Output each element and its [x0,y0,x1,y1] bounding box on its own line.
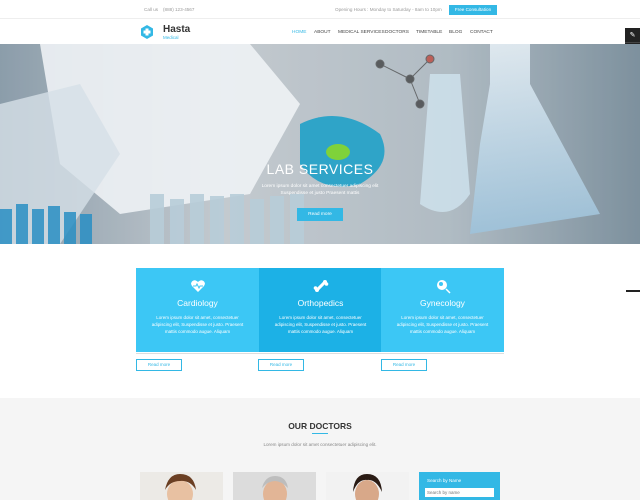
service-gynecology[interactable]: Gynecology Lorem ipsum dolor sit amet, c… [381,268,504,352]
search-input[interactable] [425,488,494,497]
doctor-photo[interactable] [140,472,223,500]
service-title: Orthopedics [297,298,344,308]
nav-contact[interactable]: CONTACT [470,30,493,35]
gynecology-read-more-button[interactable]: Read more [381,359,427,371]
phone-number[interactable]: (888) 123-4567 [163,7,194,12]
logo-subtitle: Medical [163,35,179,40]
service-cardiology[interactable]: Cardiology Lorem ipsum dolor sit amet, c… [136,268,259,352]
service-desc: Lorem ipsum dolor sit amet, consectetuer… [396,315,489,334]
free-consultation-button[interactable]: Free Consultation [449,5,497,15]
bone-icon [313,280,329,292]
service-orthopedics[interactable]: Orthopedics Lorem ipsum dolor sit amet, … [259,268,382,352]
nav-blog[interactable]: BLOG [449,30,462,35]
services-panel: Cardiology Lorem ipsum dolor sit amet, c… [136,268,504,352]
call-label: Call us [144,7,159,12]
nav-doctors[interactable]: DOCTORS [385,30,409,35]
service-desc: Lorem ipsum dolor sit amet, consectetuer… [274,315,367,334]
hero-text: Lorem ipsum dolor sit amet consectetuer … [261,184,379,196]
doctor-photo[interactable] [326,472,409,500]
search-by-name-box: Search by Name [419,472,500,500]
nav-about[interactable]: ABOUT [314,30,331,35]
nav-timetable[interactable]: TIMETABLE [416,30,442,35]
nav-home[interactable]: HOME [292,30,306,35]
hero-title: LAB SERVICES [266,161,374,177]
service-desc: Lorem ipsum dolor sit amet, consectetuer… [151,315,244,334]
main-navigation: Hasta Medical HOME ABOUT MEDICAL SERVICE… [0,18,640,44]
orthopedics-read-more-button[interactable]: Read more [258,359,304,371]
medical-cross-icon[interactable] [140,25,154,39]
search-label: Search by Name [427,478,462,483]
doctors-underline [312,433,328,434]
services-divider [136,353,504,354]
opening-hours: Opening Hours : Monday to Saturday - 8am… [335,7,442,12]
doctors-title: OUR DOCTORS [288,421,352,431]
cardiology-read-more-button[interactable]: Read more [136,359,182,371]
nav-medical-services[interactable]: MEDICAL SERVICES [338,30,385,35]
doctors-section: OUR DOCTORS Lorem ipsum dolor sit amet c… [0,398,640,500]
wrench-icon[interactable]: ✎ [625,28,640,43]
hero-read-more-button[interactable]: Read more [297,208,343,221]
doctors-text: Lorem ipsum dolor sit amet consectetuer … [263,442,377,447]
logo-title[interactable]: Hasta [163,24,190,35]
heart-pulse-icon [191,280,205,292]
scroll-indicator[interactable] [626,290,640,292]
gynecology-icon [437,280,451,294]
doctor-photo[interactable] [233,472,316,500]
hero-slider: LAB SERVICES Lorem ipsum dolor sit amet … [0,44,640,244]
service-title: Cardiology [177,298,218,308]
top-bar: Call us (888) 123-4567 Opening Hours : M… [0,0,640,18]
service-title: Gynecology [420,298,465,308]
